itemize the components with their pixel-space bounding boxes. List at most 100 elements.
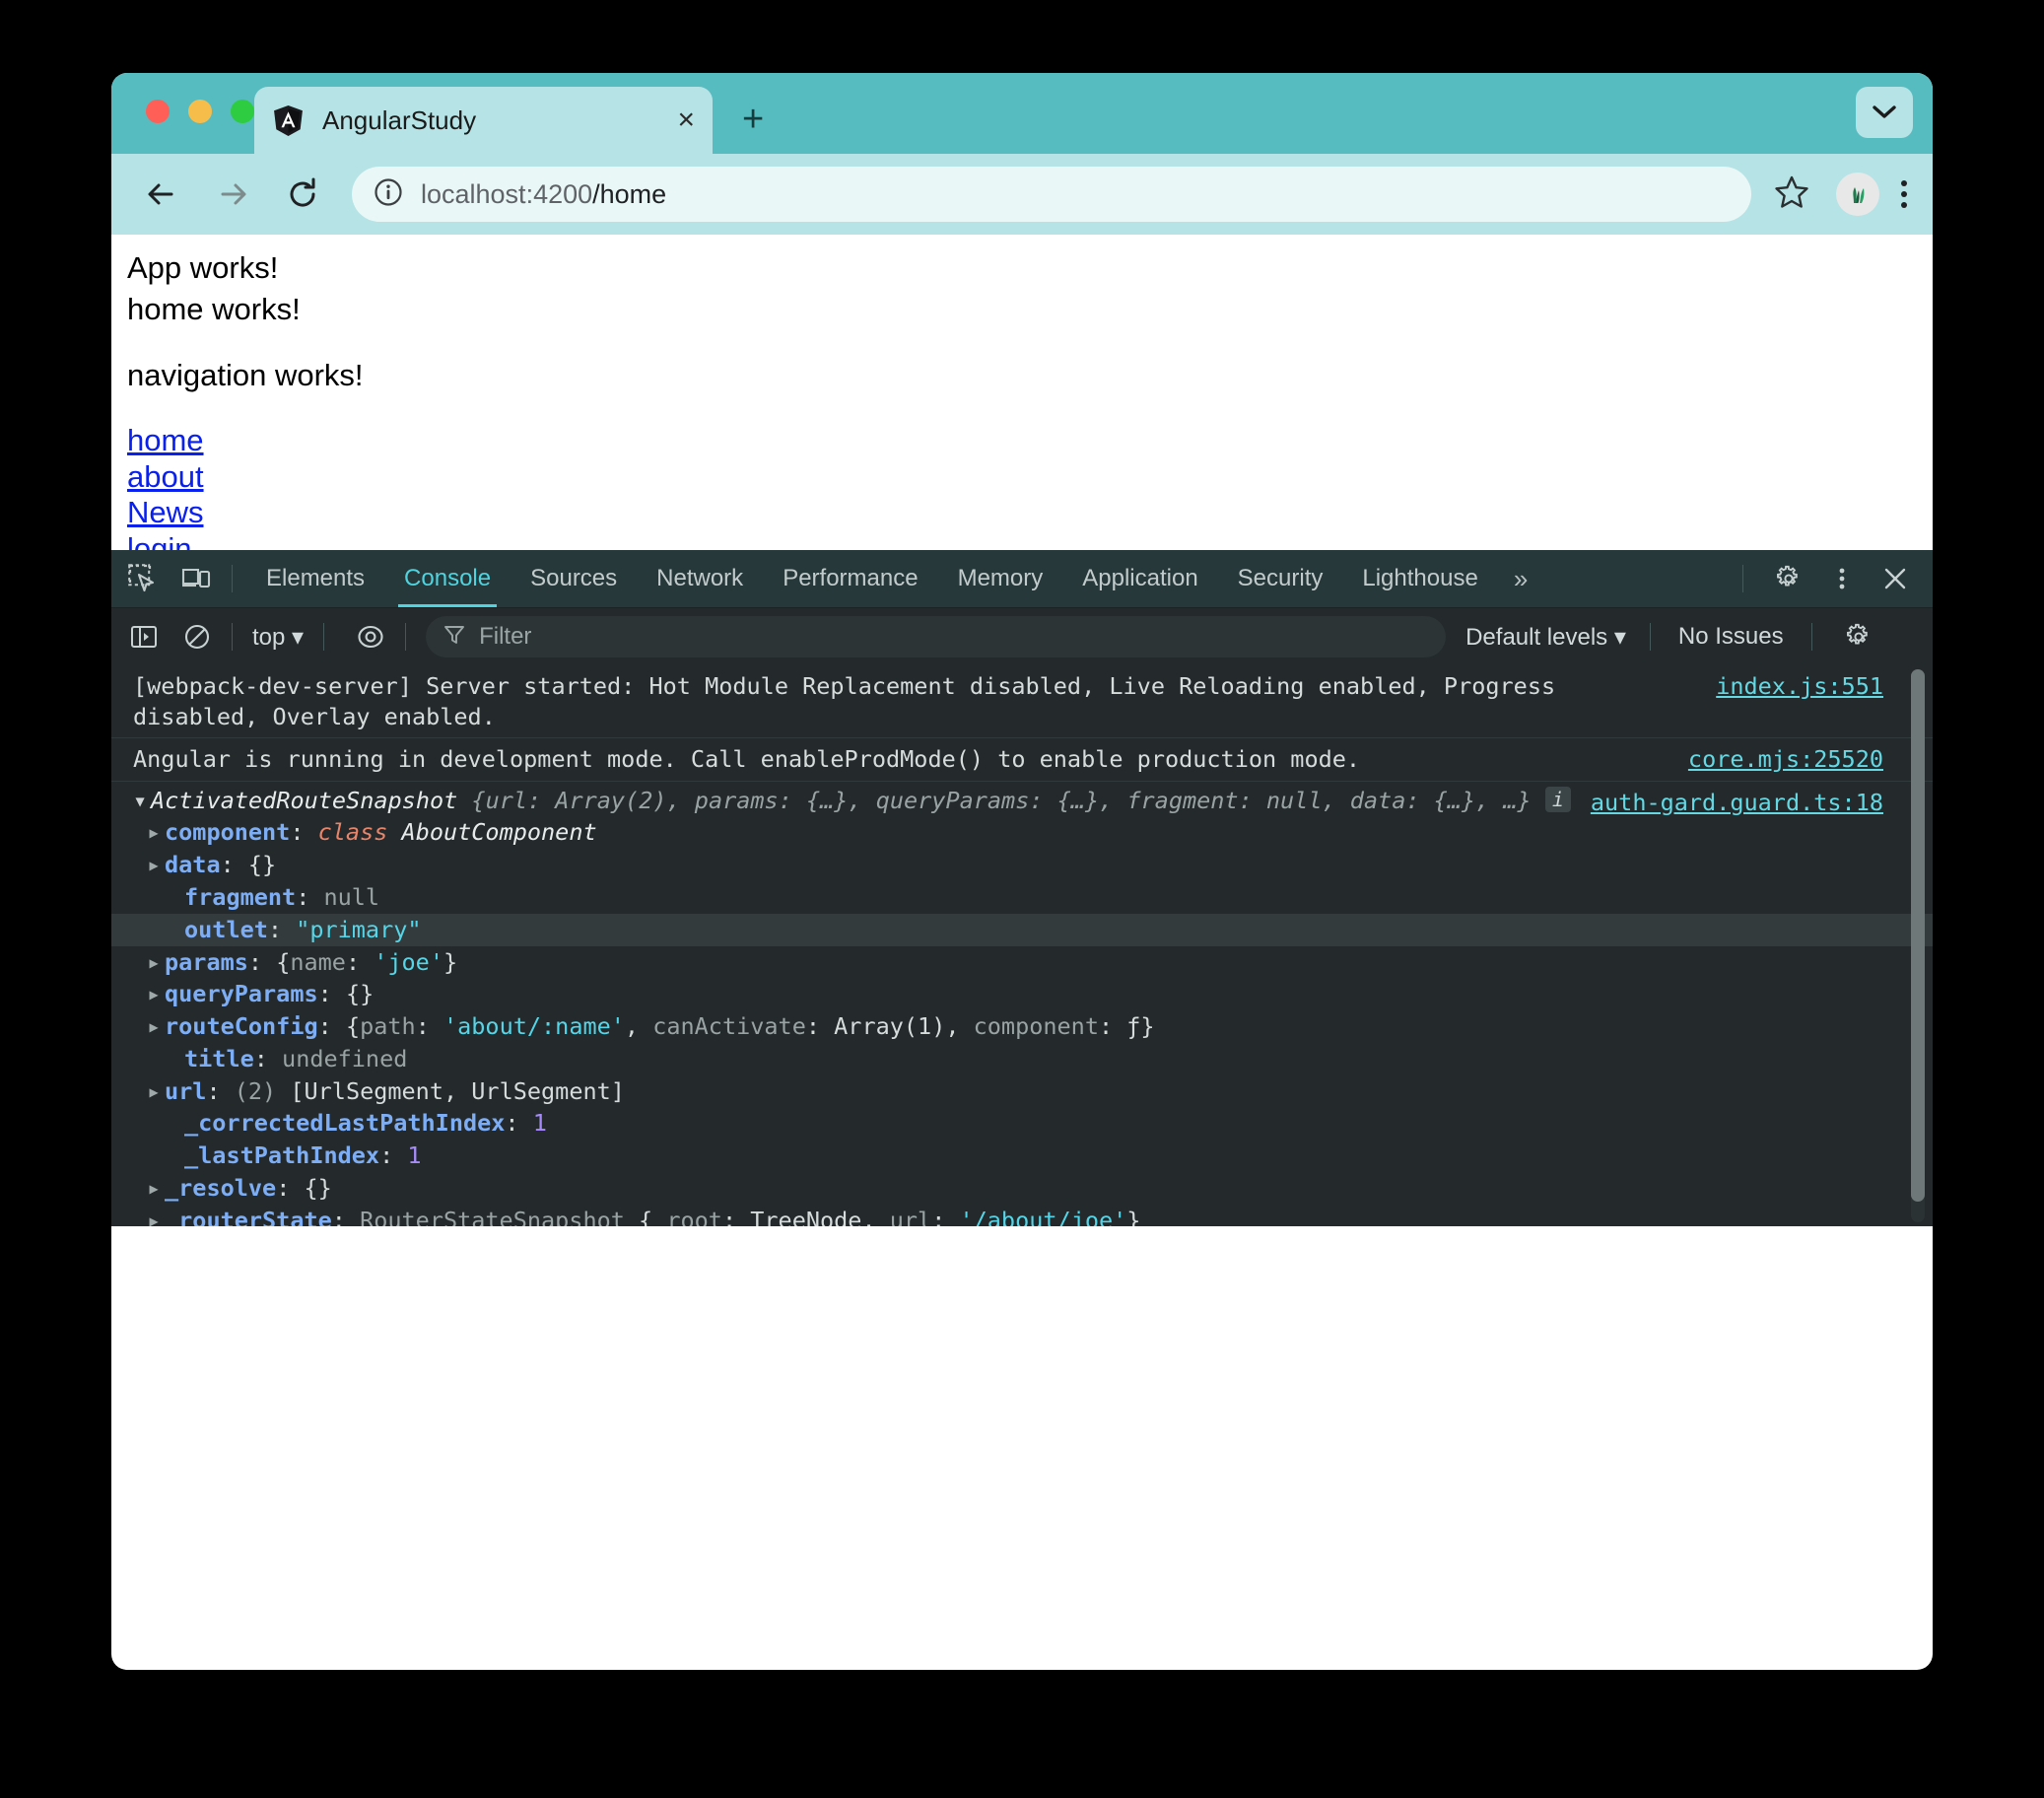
object-class-name: ActivatedRouteSnapshot [151, 787, 457, 814]
property-key: queryParams [165, 980, 318, 1007]
url-path: /home [592, 179, 666, 209]
property-value: {} [346, 980, 374, 1007]
object-property-row[interactable]: ▸queryParams: {} [111, 978, 1933, 1010]
console-message-source-link[interactable]: core.mjs:25520 [1688, 744, 1883, 775]
object-property-row[interactable]: ▸data: {} [111, 849, 1933, 881]
object-property-row[interactable]: title: undefined [111, 1043, 1933, 1075]
property-value: undefined [282, 1045, 407, 1072]
tab-search-button[interactable] [1856, 87, 1913, 138]
object-property-row[interactable]: ▸url: (2) [UrlSegment, UrlSegment] [111, 1075, 1933, 1108]
divider [232, 623, 233, 651]
console-scrollbar-track[interactable] [1911, 669, 1925, 1222]
chevron-right-icon[interactable]: ▸ [147, 947, 165, 978]
gear-icon[interactable] [1767, 557, 1810, 600]
tab-network[interactable]: Network [637, 550, 763, 607]
info-badge-icon[interactable]: i [1545, 787, 1571, 812]
maximize-window-button[interactable] [231, 100, 254, 123]
tab-security[interactable]: Security [1218, 550, 1343, 607]
close-icon[interactable]: × [677, 105, 695, 135]
property-value: RouterStateSnapshot {_root: TreeNode, ur… [360, 1207, 1140, 1226]
inspect-element-icon[interactable] [121, 557, 165, 600]
address-bar-url: localhost:4200/home [421, 179, 666, 210]
devtools-tabbar-actions [1729, 557, 1933, 600]
tab-sources[interactable]: Sources [511, 550, 637, 607]
nav-link-news[interactable]: News [127, 495, 204, 531]
chevron-right-icon[interactable]: ▸ [147, 979, 165, 1009]
property-value: {name: 'joe'} [276, 948, 457, 976]
tab-elements[interactable]: Elements [246, 550, 384, 607]
chevron-right-icon[interactable]: ▸ [147, 817, 165, 848]
console-message-source-link[interactable]: auth-gard.guard.ts:18 [1591, 788, 1883, 818]
reload-button[interactable] [277, 168, 330, 221]
console-message[interactable]: Angular is running in development mode. … [111, 738, 1933, 782]
console-scrollbar-thumb[interactable] [1911, 669, 1925, 1202]
address-bar[interactable]: localhost:4200/home [352, 167, 1751, 222]
property-value: class AboutComponent [318, 818, 597, 846]
object-property-row[interactable]: _lastPathIndex: 1 [111, 1140, 1933, 1172]
object-property-row[interactable]: ▸_routerState: RouterStateSnapshot {_roo… [111, 1205, 1933, 1226]
console-context-selector[interactable]: top ▾ [246, 623, 309, 652]
object-property-row[interactable]: ▸routeConfig: {path: 'about/:name', canA… [111, 1010, 1933, 1043]
device-toolbar-icon[interactable] [174, 557, 218, 600]
more-tabs-button[interactable]: » [1498, 564, 1543, 594]
nav-link-home[interactable]: home [127, 423, 204, 459]
navigation-works-text: navigation works! [127, 356, 1933, 395]
browser-toolbar: localhost:4200/home [111, 154, 1933, 235]
divider [405, 623, 406, 651]
property-key: fragment [184, 883, 296, 911]
chevron-right-icon[interactable]: ▸ [147, 1076, 165, 1107]
tab-application[interactable]: Application [1062, 550, 1217, 607]
close-icon[interactable] [1874, 557, 1917, 600]
console-object-log[interactable]: ▾ActivatedRouteSnapshot {url: Array(2), … [111, 782, 1933, 1226]
console-settings-gear-icon[interactable] [1838, 616, 1879, 657]
spacer [127, 330, 1933, 356]
close-window-button[interactable] [146, 100, 170, 123]
object-property-row[interactable]: ▸params: {name: 'joe'} [111, 946, 1933, 979]
object-header-row[interactable]: ▾ActivatedRouteSnapshot {url: Array(2), … [111, 785, 1933, 817]
chevron-right-icon[interactable]: ▸ [147, 1173, 165, 1204]
back-button[interactable] [135, 168, 188, 221]
console-message-source-link[interactable]: index.js:551 [1716, 671, 1883, 702]
object-property-row[interactable]: ▸_resolve: {} [111, 1172, 1933, 1205]
new-tab-button[interactable]: + [742, 101, 764, 138]
chevron-right-icon[interactable]: ▸ [147, 1011, 165, 1042]
console-message[interactable]: [webpack-dev-server] Server started: Hot… [111, 665, 1933, 738]
nav-link-about[interactable]: about [127, 459, 204, 496]
tab-lighthouse[interactable]: Lighthouse [1342, 550, 1497, 607]
property-key: title [184, 1045, 254, 1072]
bookmark-star-icon[interactable] [1773, 173, 1810, 216]
clear-console-icon[interactable] [176, 616, 218, 657]
object-property-row[interactable]: ▸component: class AboutComponent [111, 816, 1933, 849]
property-separator: : [379, 1141, 407, 1169]
tab-performance[interactable]: Performance [763, 550, 937, 607]
chevron-right-icon[interactable]: ▸ [147, 1206, 165, 1226]
browser-tab[interactable]: AngularStudy × [254, 87, 713, 154]
property-key: component [165, 818, 290, 846]
minimize-window-button[interactable] [188, 100, 212, 123]
browser-tab-title: AngularStudy [322, 105, 677, 136]
show-console-sidebar-icon[interactable] [123, 616, 165, 657]
browser-menu-button[interactable] [1901, 180, 1907, 208]
chevron-right-icon[interactable]: ▸ [147, 850, 165, 880]
object-property-row[interactable]: fragment: null [111, 881, 1933, 914]
live-expression-icon[interactable] [350, 616, 391, 657]
console-output[interactable]: [webpack-dev-server] Server started: Hot… [111, 665, 1933, 1226]
chevron-down-icon[interactable]: ▾ [133, 786, 151, 816]
tab-memory[interactable]: Memory [938, 550, 1063, 607]
chevron-down-icon [1871, 104, 1898, 121]
forward-button[interactable] [206, 168, 259, 221]
object-property-row[interactable]: _correctedLastPathIndex: 1 [111, 1107, 1933, 1140]
divider [1742, 565, 1743, 592]
window-traffic-lights [146, 100, 254, 123]
object-property-row[interactable]: outlet: "primary" [111, 914, 1933, 946]
issues-counter[interactable]: No Issues [1665, 623, 1798, 651]
tab-console[interactable]: Console [384, 550, 511, 607]
console-log-levels-selector[interactable]: Default levels ▾ [1456, 623, 1636, 652]
info-circle-icon[interactable] [374, 177, 403, 212]
console-filter-input[interactable]: Filter [426, 616, 1446, 657]
devtools-more-options-icon[interactable] [1820, 557, 1864, 600]
console-context-label: top [252, 624, 285, 651]
property-key: _routerState [165, 1207, 332, 1226]
profile-avatar[interactable] [1836, 173, 1879, 216]
property-separator: : [254, 1045, 282, 1072]
